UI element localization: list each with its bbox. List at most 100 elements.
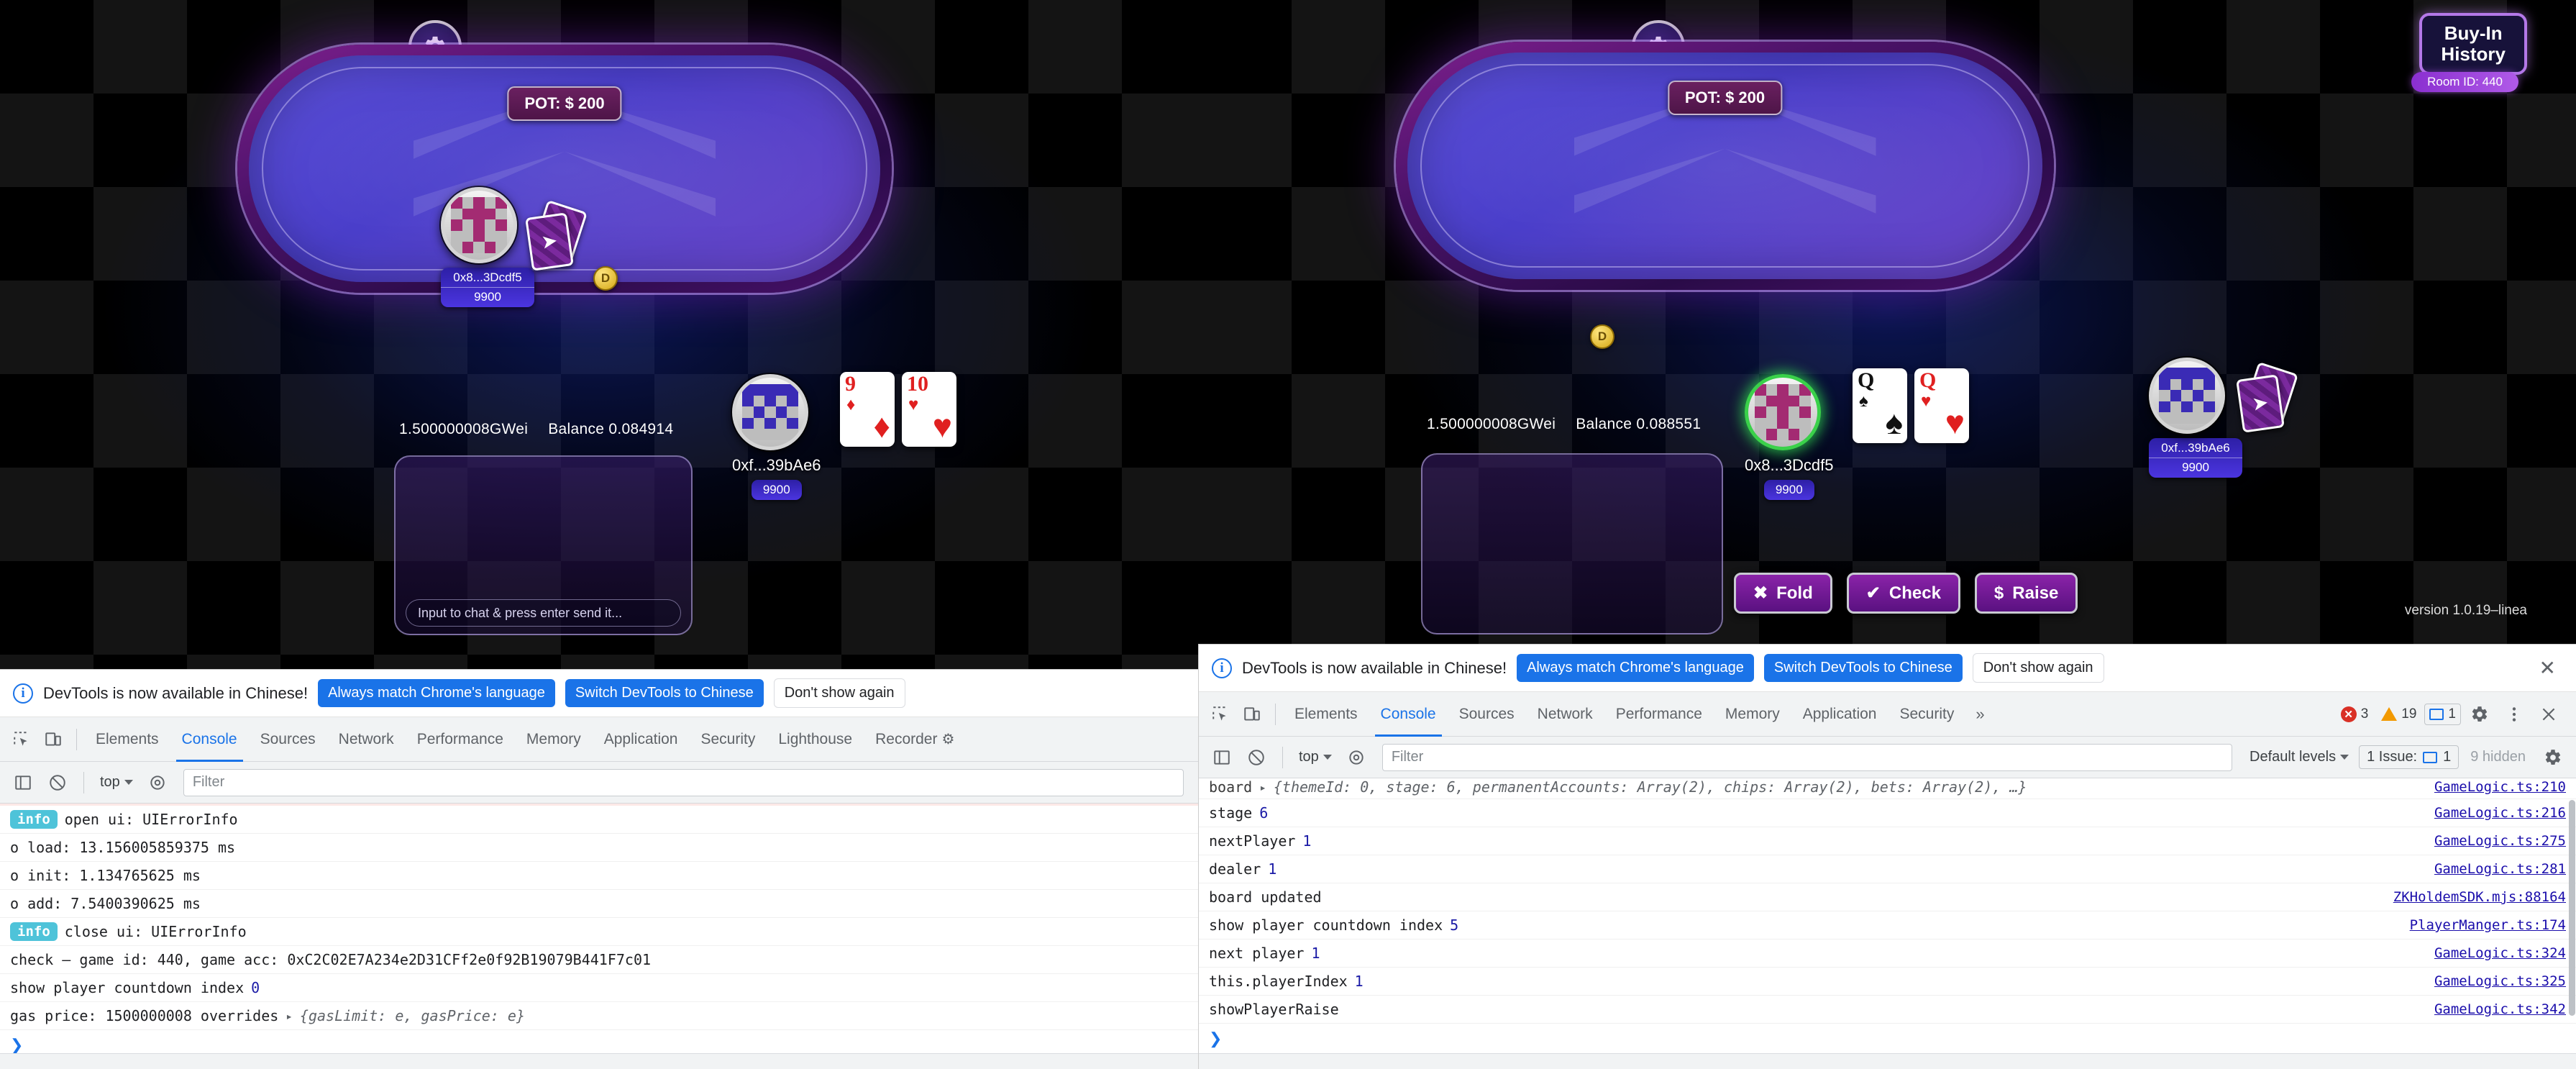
- card-rank: 9: [845, 372, 856, 396]
- toggle-device-toolbar-icon[interactable]: [1236, 699, 1268, 730]
- console-sidebar-icon[interactable]: [7, 767, 39, 799]
- tab-sources[interactable]: Sources: [1448, 692, 1526, 737]
- tab-network[interactable]: Network: [327, 717, 406, 762]
- scrollbar-thumb[interactable]: [2569, 800, 2575, 1016]
- expand-arrow-icon[interactable]: ▸: [1259, 781, 1266, 794]
- expand-arrow-icon[interactable]: ▸: [286, 1009, 293, 1023]
- tab-performance[interactable]: Performance: [1604, 692, 1714, 737]
- toggle-device-toolbar-icon[interactable]: [37, 724, 69, 755]
- source-link[interactable]: GameLogic.ts:325: [2434, 973, 2566, 989]
- switch-to-chinese-button[interactable]: Switch DevTools to Chinese: [1763, 654, 1963, 682]
- settings-gear-icon[interactable]: [2464, 699, 2495, 730]
- dont-show-again-button[interactable]: Don't show again: [1972, 653, 2104, 683]
- devtools-left: i DevTools is now available in Chinese! …: [0, 669, 1198, 1069]
- tab-console[interactable]: Console: [1369, 692, 1448, 737]
- message-icon: [2423, 751, 2438, 763]
- log-object[interactable]: {gasLimit: e, gasPrice: e}: [300, 1007, 525, 1024]
- log-object[interactable]: {themeId: 0, stage: 6, permanentAccounts…: [1274, 778, 2027, 796]
- switch-to-chinese-button[interactable]: Switch DevTools to Chinese: [565, 679, 764, 707]
- fold-label: Fold: [1776, 583, 1813, 603]
- error-icon: ✕: [2340, 706, 2357, 722]
- tab-security[interactable]: Security: [1888, 692, 1965, 737]
- tab-network[interactable]: Network: [1526, 692, 1604, 737]
- tab-performance[interactable]: Performance: [406, 717, 515, 762]
- buyin-history-button[interactable]: Buy-In History: [2419, 13, 2527, 76]
- gas-price: 1.500000008GWei: [399, 421, 529, 437]
- tab-console[interactable]: Console: [170, 717, 249, 762]
- more-options-icon[interactable]: [2498, 699, 2530, 730]
- more-tabs-icon[interactable]: »: [1965, 705, 1994, 724]
- tab-elements[interactable]: Elements: [84, 717, 170, 762]
- console-prompt[interactable]: ❯: [1199, 1024, 2576, 1054]
- tab-recorder-label: Recorder: [875, 730, 938, 747]
- filter-input[interactable]: Filter: [1381, 743, 2233, 771]
- tab-application[interactable]: Application: [593, 717, 690, 762]
- raise-button[interactable]: $ Raise: [1974, 573, 2078, 614]
- log-value: 1: [1302, 832, 1312, 850]
- player-seat-bottom[interactable]: 0x8...3Dcdf5 9900: [1745, 374, 1834, 500]
- card-back: ➤: [2236, 374, 2285, 433]
- console-settings-icon[interactable]: [2537, 742, 2569, 773]
- player-name: 0xf...39bAe6: [2149, 438, 2242, 458]
- player-seat-top-left[interactable]: 0x8...3Dcdf5 9900: [441, 187, 534, 307]
- inspect-element-icon[interactable]: [1205, 699, 1236, 730]
- tab-memory[interactable]: Memory: [1714, 692, 1791, 737]
- tab-lighthouse[interactable]: Lighthouse: [767, 717, 864, 762]
- source-link[interactable]: GameLogic.ts:275: [2434, 833, 2566, 849]
- playing-card: 10 ♥ ♥: [902, 372, 956, 447]
- log-text: stage: [1209, 804, 1253, 822]
- message-icon: [2429, 708, 2444, 720]
- game-window-right: Buy-In History Room ID: 440 POT: $ 200 D: [1198, 0, 2576, 669]
- warning-count[interactable]: 19: [2376, 704, 2421, 725]
- source-link[interactable]: GameLogic.ts:210: [2434, 779, 2566, 795]
- check-button[interactable]: ✔ Check: [1846, 573, 1960, 614]
- clear-console-icon[interactable]: [1241, 742, 1272, 773]
- tab-application[interactable]: Application: [1791, 692, 1888, 737]
- always-match-language-button[interactable]: Always match Chrome's language: [318, 679, 555, 707]
- player-chips: 9900: [751, 480, 802, 500]
- always-match-language-button[interactable]: Always match Chrome's language: [1517, 654, 1754, 682]
- source-link[interactable]: PlayerManger.ts:174: [2410, 917, 2566, 933]
- dont-show-again-button[interactable]: Don't show again: [773, 678, 905, 708]
- close-icon[interactable]: ✕: [2532, 656, 2563, 680]
- log-levels-select[interactable]: Default levels: [2242, 749, 2356, 765]
- filter-input[interactable]: Filter: [183, 768, 1184, 796]
- tab-sources[interactable]: Sources: [249, 717, 327, 762]
- log-text: dealer: [1209, 860, 1261, 878]
- playing-card: 9 ♦ ♦: [840, 372, 895, 447]
- console-scrollbar[interactable]: [2567, 778, 2576, 1069]
- issues-button[interactable]: 1 Issue: 1: [2359, 745, 2459, 769]
- live-expression-icon[interactable]: [142, 767, 173, 799]
- message-count[interactable]: 1: [2424, 703, 2461, 725]
- info-icon: i: [1212, 658, 1232, 678]
- source-link[interactable]: GameLogic.ts:342: [2434, 1001, 2566, 1017]
- close-devtools-icon[interactable]: [2533, 699, 2564, 730]
- chat-input[interactable]: Input to chat & press enter send it...: [406, 599, 681, 627]
- identicon: [1755, 384, 1811, 440]
- execution-context-select[interactable]: top: [94, 771, 139, 793]
- console-sidebar-icon[interactable]: [1206, 742, 1238, 773]
- player-chips: 9900: [2182, 460, 2209, 474]
- console-log-row: o add: 7.5400390625 ms: [0, 890, 1198, 918]
- tab-elements[interactable]: Elements: [1283, 692, 1369, 737]
- player-chips: 9900: [474, 290, 501, 304]
- card-suit-small: ♠: [1859, 391, 1868, 411]
- fold-button[interactable]: ✖ Fold: [1734, 573, 1832, 614]
- clear-console-icon[interactable]: [42, 767, 73, 799]
- tab-recorder[interactable]: Recorder ⚙: [864, 717, 966, 762]
- console-log-row: dealer 1 GameLogic.ts:281: [1199, 855, 2576, 883]
- error-count[interactable]: ✕ 3: [2336, 704, 2374, 725]
- source-link[interactable]: ZKHoldemSDK.mjs:88164: [2393, 889, 2566, 905]
- player-seat-bottom[interactable]: 0xf...39bAe6 9900: [732, 374, 821, 500]
- tab-memory[interactable]: Memory: [515, 717, 593, 762]
- identicon: [2159, 368, 2215, 424]
- live-expression-icon[interactable]: [1340, 742, 1372, 773]
- source-link[interactable]: GameLogic.ts:324: [2434, 945, 2566, 961]
- source-link[interactable]: GameLogic.ts:216: [2434, 805, 2566, 821]
- game-window-left: POT: $ 200 0x8...3Dcdf5 9900 ➤ ➤: [0, 0, 1198, 669]
- execution-context-select[interactable]: top: [1293, 746, 1338, 768]
- tab-security[interactable]: Security: [689, 717, 767, 762]
- inspect-element-icon[interactable]: [6, 724, 37, 755]
- source-link[interactable]: GameLogic.ts:281: [2434, 861, 2566, 877]
- player-seat-right[interactable]: 0xf...39bAe6 9900: [2149, 358, 2242, 478]
